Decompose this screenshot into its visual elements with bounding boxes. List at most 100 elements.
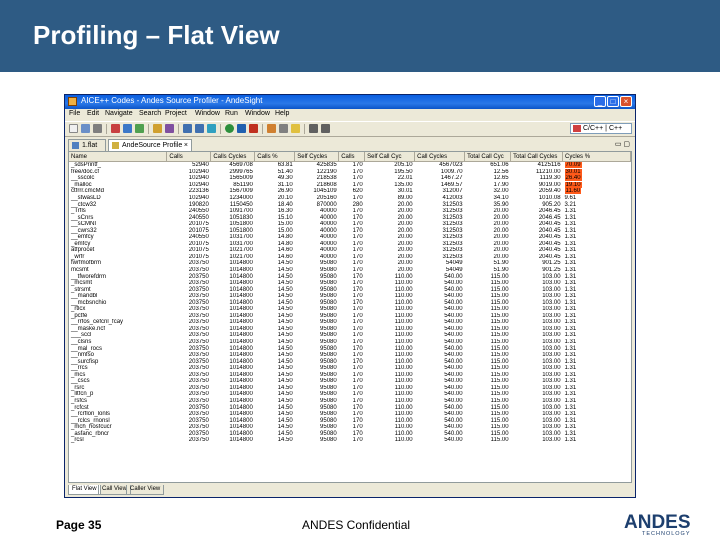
column-header[interactable]: Cycles % <box>562 152 631 162</box>
slide-title: Profiling – Flat View <box>33 20 280 50</box>
column-header[interactable]: Total Call Cycles <box>510 152 564 162</box>
value-cell: 203750 <box>188 437 209 444</box>
close-button[interactable]: × <box>620 96 632 107</box>
cycles-percent-value: 1.31 <box>564 345 577 352</box>
function-name-cell: _sdsPrintf_ <box>71 162 102 169</box>
forward-icon[interactable] <box>321 124 330 133</box>
nav-icon[interactable] <box>183 124 192 133</box>
tab-flat[interactable]: 1.flat <box>68 139 106 151</box>
cycles-percent-value: 1.31 <box>564 234 577 241</box>
cycles-percent-value: 1.31 <box>564 397 577 404</box>
cycles-percent-value: 1.31 <box>564 365 577 372</box>
tool-icon[interactable] <box>279 124 288 133</box>
target-icon[interactable] <box>237 124 246 133</box>
column-header[interactable]: Calls % <box>254 152 296 162</box>
cycles-percent-value: 1.31 <box>564 306 577 313</box>
tab-flat-view[interactable]: Flat View <box>68 485 101 495</box>
run-icon[interactable] <box>135 124 144 133</box>
edit-icon[interactable] <box>267 124 276 133</box>
menu-run[interactable]: Run <box>225 110 238 117</box>
print-icon[interactable] <box>93 124 102 133</box>
perspective-icon <box>573 125 581 132</box>
build-icon[interactable] <box>111 124 120 133</box>
cycles-percent-value: 1.31 <box>564 352 577 359</box>
cycles-percent-value: 1.31 <box>564 404 577 411</box>
menu-edit[interactable]: Edit <box>87 110 99 117</box>
table-row[interactable]: _sdsPrintf_ 52940 4569708 63.81 425835 170 205… <box>69 162 631 169</box>
close-tab-icon[interactable]: × <box>184 140 188 151</box>
function-name-cell: _rcsl <box>71 437 84 444</box>
cycles-percent-value: 1.31 <box>564 339 577 346</box>
cycles-percent-value: 1.31 <box>564 253 577 260</box>
play-icon[interactable] <box>225 124 234 133</box>
menu-navigate[interactable]: Navigate <box>105 110 133 117</box>
toolbar-separator <box>178 124 179 134</box>
search-icon[interactable] <box>165 124 174 133</box>
value-cell: 425835 <box>316 162 337 169</box>
editor-tabs: 1.flat AndeSource Profile × ▭ ▢ <box>68 139 632 151</box>
page-number: Page 35 <box>56 518 102 532</box>
minimize-button[interactable]: _ <box>594 96 606 107</box>
menu-project[interactable]: Project <box>165 110 187 117</box>
menu-help[interactable]: Help <box>275 110 289 117</box>
menu-file[interactable]: File <box>69 110 80 117</box>
value-cell: 4567023 <box>439 162 463 169</box>
cycles-percent-value: 1.31 <box>564 391 577 398</box>
cycles-percent-value: 1.31 <box>564 221 577 228</box>
back-icon[interactable] <box>309 124 318 133</box>
perspective-switcher[interactable]: C/C++ | C++ <box>570 123 632 134</box>
cycles-percent-value: 1.31 <box>564 299 577 306</box>
table-header: Name Calls Calls Cycles Calls % Self Cycles C… <box>69 152 631 162</box>
cycles-percent-value: 1.31 <box>564 371 577 378</box>
cycles-percent-value: 1.31 <box>564 227 577 234</box>
column-header[interactable]: Self Call Cyc <box>364 152 416 162</box>
toolbar-separator <box>106 124 107 134</box>
profile-table: Name Calls Calls Cycles Calls % Self Cycles C… <box>69 152 631 444</box>
tab-label: AndeSource Profile <box>122 142 183 149</box>
toolbar-separator <box>304 124 305 134</box>
maximize-button[interactable]: □ <box>607 96 619 107</box>
toolbar-separator <box>220 124 221 134</box>
new-icon[interactable] <box>69 124 78 133</box>
window-title: AICE++ Codes - Andes Source Profiler - A… <box>81 96 263 105</box>
cycles-percent-value: 3.21 <box>564 201 577 208</box>
gear-icon[interactable] <box>207 124 216 133</box>
value-cell: 170 <box>352 162 363 169</box>
column-header[interactable]: Calls Cycles <box>210 152 256 162</box>
toolbar-separator <box>262 124 263 134</box>
menu-window[interactable]: Window <box>245 110 270 117</box>
value-cell: 95080 <box>320 437 337 444</box>
column-header[interactable]: Total Call Cyc <box>464 152 512 162</box>
stop-icon[interactable] <box>249 124 258 133</box>
cycles-percent-value: 1.31 <box>564 319 577 326</box>
view-tabs: Flat View Call View Caller View <box>68 485 632 495</box>
save-icon[interactable] <box>81 124 90 133</box>
tab-caller-view[interactable]: Caller View <box>126 485 165 495</box>
menu-search[interactable]: Search <box>139 110 161 117</box>
value-cell: 540.00 <box>444 437 463 444</box>
menu-window-a[interactable]: Window <box>195 110 220 117</box>
column-header[interactable]: Name <box>69 152 168 162</box>
star-icon[interactable] <box>291 124 300 133</box>
cycles-percent-value: 1.31 <box>564 247 577 254</box>
value-cell: 170 <box>352 437 363 444</box>
cycles-percent-value: 1.31 <box>564 417 577 424</box>
column-header[interactable]: Self Cycles <box>294 152 340 162</box>
cycles-percent-value: 1.31 <box>564 208 577 215</box>
nav-icon[interactable] <box>195 124 204 133</box>
cycles-percent-value: 1.31 <box>564 312 577 319</box>
table-row[interactable]: _rcsl 203750 1014800 14.50 95080 170 110.00 540… <box>69 437 631 444</box>
view-controls[interactable]: ▭ ▢ <box>615 140 630 148</box>
cycles-percent-highlight: 30.01 <box>564 168 582 175</box>
app-icon <box>68 97 77 106</box>
column-header[interactable]: Call Cycles <box>414 152 466 162</box>
cycles-percent-value: 1.31 <box>564 293 577 300</box>
value-cell: 115.00 <box>490 437 509 444</box>
folder-icon[interactable] <box>153 124 162 133</box>
column-header[interactable]: Calls <box>166 152 212 162</box>
toolbar-separator <box>148 124 149 134</box>
tab-label: 1.flat <box>82 142 98 149</box>
tab-andesource-profile[interactable]: AndeSource Profile × <box>108 139 192 151</box>
debug-icon[interactable] <box>123 124 132 133</box>
column-header[interactable]: Calls <box>338 152 366 162</box>
